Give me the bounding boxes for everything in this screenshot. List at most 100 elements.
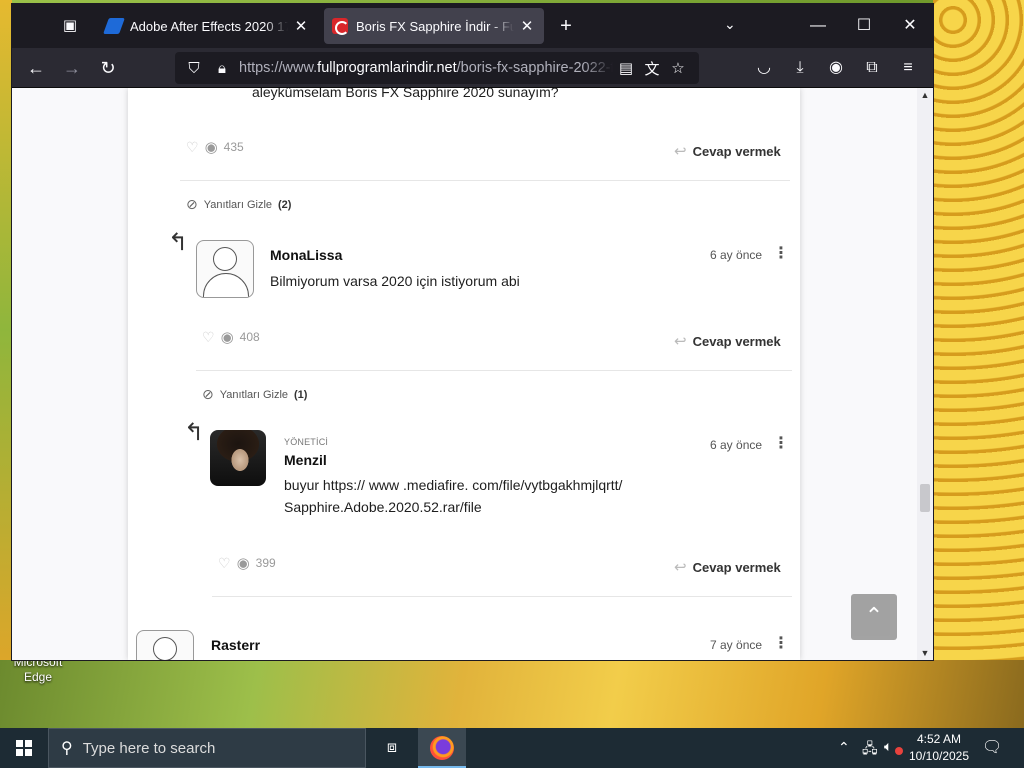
comment-time: 6 ay önce [710, 248, 763, 262]
tab-overview-icon[interactable]: ▣ [60, 16, 80, 36]
menu-hamburger-icon[interactable]: ≡ [896, 56, 920, 80]
comment-text: Bilmiyorum varsa 2020 için istiyorum abi [270, 273, 520, 289]
comment-time: 7 ay önce [710, 638, 763, 652]
account-icon[interactable]: ◉ [824, 56, 848, 80]
windows-logo-icon [16, 740, 32, 756]
downloads-icon[interactable]: ⤓ [788, 56, 812, 80]
extensions-icon[interactable]: ⧉ [860, 56, 884, 80]
volume-icon[interactable]: 🔈︎ [884, 738, 892, 755]
more-options-icon[interactable]: ⋮ [773, 246, 789, 262]
views-eye-icon: ◉ [236, 555, 250, 572]
like-heart-icon[interactable]: ♡ [218, 555, 231, 572]
taskbar-search[interactable]: ⚲ Type here to search [48, 728, 366, 768]
wallpaper-corn-right [933, 0, 1024, 728]
avatar-head [153, 637, 177, 660]
comment-text-line: Sapphire.Adobe.2020.52.rar/file [284, 499, 482, 515]
comments-section: aleykümselam Boris FX Sapphire 2020 suna… [128, 88, 800, 660]
maximize-icon[interactable]: ☐ [852, 14, 876, 38]
lock-icon[interactable]: 🔒︎ [211, 60, 233, 77]
bookmark-star-icon[interactable]: ☆ [665, 59, 691, 77]
replies-count: (2) [278, 198, 292, 211]
pocket-icon[interactable]: ◡ [752, 56, 776, 80]
comment-author[interactable]: Rasterr [211, 637, 260, 653]
reply-button[interactable]: ↩ Cevap vermek [674, 332, 781, 350]
wallpaper-left-strip [0, 0, 12, 660]
reload-icon[interactable]: ↻ [96, 56, 120, 80]
task-view-icon[interactable]: ⧈ [380, 736, 404, 760]
url-prefix: https://www. [239, 60, 318, 76]
more-options-icon[interactable]: ⋮ [773, 636, 789, 652]
after-effects-favicon-icon [103, 18, 125, 34]
reply-indent-arrow-icon: ↰ [184, 419, 205, 446]
tab-title: Adobe After Effects 2020 17 7 0 [130, 18, 288, 34]
reply-button[interactable]: ↩ Cevap vermek [674, 142, 781, 160]
volume-muted-badge-icon [895, 747, 903, 755]
comment-time: 6 ay önce [710, 438, 763, 452]
url-text[interactable]: https://www.fullprogramlarindir.net/bori… [239, 60, 613, 76]
tab-list-chevron-down-icon[interactable]: ⌄ [724, 16, 736, 33]
reply-label: Cevap vermek [692, 333, 781, 349]
divider [212, 596, 792, 597]
scroll-thumb[interactable] [920, 484, 930, 512]
close-tab-icon[interactable]: ✕ [518, 17, 536, 35]
tracking-shield-icon[interactable]: ⛉ [183, 60, 205, 77]
tab-after-effects[interactable]: Adobe After Effects 2020 17 7 0 ✕ [98, 8, 318, 44]
admin-avatar-photo [210, 430, 266, 486]
window-close-icon[interactable]: ✕ [898, 14, 922, 38]
taskbar-firefox[interactable] [418, 728, 466, 768]
url-domain: fullprogramlarindir.net [317, 60, 457, 76]
taskbar-clock[interactable]: 4:52 AM 10/10/2025 [906, 731, 972, 765]
firefox-icon [430, 736, 454, 760]
search-placeholder: Type here to search [82, 739, 216, 757]
windows-taskbar: ⚲ Type here to search ⧈ ⌃ 🖧︎ 🔈︎ 4:52 AM … [0, 728, 1024, 768]
reply-label: Cevap vermek [692, 559, 781, 575]
role-badge: YÖNETİCİ [284, 437, 329, 447]
page-scrollbar[interactable]: ▲ ▼ [917, 88, 933, 660]
notification-icon[interactable]: 🗨︎ [982, 737, 1002, 757]
reply-button[interactable]: ↩ Cevap vermek [674, 558, 781, 576]
avatar-body [203, 273, 249, 297]
minimize-icon[interactable]: — [806, 14, 830, 38]
reader-view-icon[interactable]: ▤ [613, 59, 639, 77]
avatar [196, 240, 254, 298]
scroll-up-arrow-icon[interactable]: ▲ [917, 88, 933, 102]
tab-bar: ▣ Adobe After Effects 2020 17 7 0 ✕ Bori… [12, 4, 933, 48]
scroll-down-arrow-icon[interactable]: ▼ [917, 646, 933, 660]
view-count: 435 [223, 140, 244, 154]
views-eye-icon: ◉ [220, 329, 234, 346]
tray-chevron-up-icon[interactable]: ⌃ [838, 739, 850, 756]
back-arrow-icon[interactable]: ← [24, 56, 48, 80]
comment-text: aleykümselam Boris FX Sapphire 2020 suna… [252, 88, 559, 100]
tab-title: Boris FX Sapphire İndir - Full v2022 [356, 18, 514, 34]
comment-meta: ♡ ◉ 399 [218, 554, 276, 573]
comment-author[interactable]: MonaLissa [270, 247, 342, 263]
reply-arrow-icon: ↩ [674, 559, 687, 576]
clock-time: 4:52 AM [916, 732, 962, 746]
clock-date: 10/10/2025 [908, 749, 970, 763]
navigation-toolbar: ← → ↻ ⛉ 🔒︎ https://www.fullprogramlarind… [12, 48, 933, 88]
comment-meta: ♡ ◉ 435 [186, 138, 244, 157]
comment-text-line: buyur https:// www .mediafire. com/file/… [284, 477, 623, 493]
tab-boris-fx[interactable]: Boris FX Sapphire İndir - Full v2022 ✕ [324, 8, 544, 44]
like-heart-icon[interactable]: ♡ [202, 329, 215, 346]
search-icon: ⚲ [61, 740, 73, 757]
start-button[interactable] [0, 728, 48, 768]
comment-author[interactable]: Menzil [284, 452, 327, 468]
close-tab-icon[interactable]: ✕ [292, 17, 310, 35]
reply-label: Cevap vermek [692, 143, 781, 159]
back-to-top-button[interactable]: ⌃ [851, 594, 897, 640]
views-eye-icon: ◉ [204, 139, 218, 156]
translate-icon[interactable]: 文 [639, 58, 665, 79]
hide-replies-toggle[interactable]: ⊘ Yanıtları Gizle (1) [202, 386, 307, 403]
hide-replies-toggle[interactable]: ⊘ Yanıtları Gizle (2) [186, 196, 291, 213]
url-bar[interactable]: ⛉ 🔒︎ https://www.fullprogramlarindir.net… [175, 52, 699, 84]
eye-slash-icon: ⊘ [202, 386, 214, 402]
network-icon[interactable]: 🖧︎ [862, 738, 878, 762]
hide-replies-label: Yanıtları Gizle [219, 388, 289, 401]
forward-arrow-icon[interactable]: → [60, 56, 84, 80]
like-heart-icon[interactable]: ♡ [186, 139, 199, 156]
new-tab-plus-icon[interactable]: + [556, 16, 576, 36]
reply-indent-arrow-icon: ↰ [168, 229, 189, 256]
more-options-icon[interactable]: ⋮ [773, 436, 789, 452]
replies-count: (1) [294, 388, 308, 401]
